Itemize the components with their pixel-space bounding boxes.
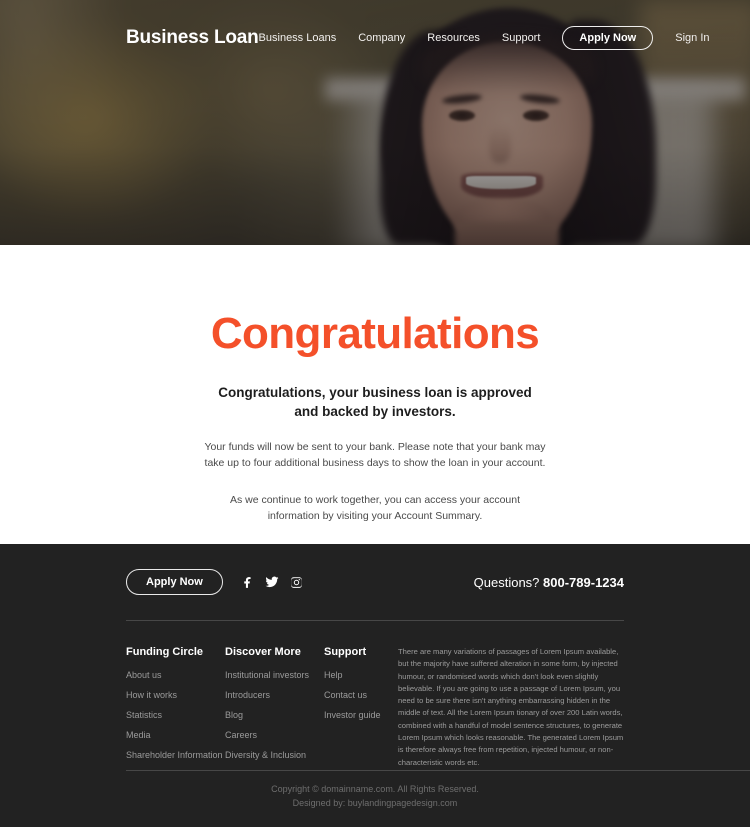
footer-link-media[interactable]: Media: [126, 731, 225, 740]
designed-by: Designed by: buylandingpagedesign.com: [0, 797, 750, 811]
page-root: Business Loan Business Loans Company Res…: [0, 0, 750, 827]
confirmation-subtitle-line2: and backed by investors.: [294, 404, 456, 420]
footer-link-contact-us[interactable]: Contact us: [324, 691, 394, 700]
sign-in-link[interactable]: Sign In: [675, 32, 709, 44]
footer-link-statistics[interactable]: Statistics: [126, 711, 225, 720]
footer-link-how-it-works[interactable]: How it works: [126, 691, 225, 700]
footer-column-funding-circle: Funding Circle About us How it works Sta…: [126, 646, 225, 771]
footer-column-support: Support Help Contact us Investor guide: [324, 646, 394, 771]
footer-columns: Funding Circle About us How it works Sta…: [0, 621, 750, 771]
footer-top-row: Apply Now Questions? 800-789-1234: [126, 544, 624, 620]
apply-now-button-footer[interactable]: Apply Now: [126, 569, 223, 595]
twitter-icon[interactable]: [265, 575, 279, 589]
account-summary-paragraph: As we continue to work together, you can…: [229, 494, 521, 523]
footer-link-shareholder-information[interactable]: Shareholder Information: [126, 751, 225, 760]
designer-link[interactable]: buylandingpagedesign.com: [348, 798, 458, 808]
footer-divider-bottom: [126, 770, 750, 771]
copyright-text: Copyright © domainname.com. All Rights R…: [271, 784, 479, 795]
confirmation-subtitle: Congratulations, your business loan is a…: [0, 383, 750, 421]
footer: Apply Now Questions? 800-789-1234 Fundin…: [0, 544, 750, 827]
footer-link-introducers[interactable]: Introducers: [225, 691, 324, 700]
footer-link-about-us[interactable]: About us: [126, 671, 225, 680]
footer-legal: Copyright © domainname.com. All Rights R…: [0, 783, 750, 811]
footer-link-careers[interactable]: Careers: [225, 731, 324, 740]
footer-link-investor-guide[interactable]: Investor guide: [324, 711, 394, 720]
footer-link-diversity-inclusion[interactable]: Diversity & Inclusion: [225, 751, 324, 760]
facebook-icon[interactable]: [241, 576, 254, 589]
nav-item-resources[interactable]: Resources: [427, 32, 480, 44]
top-navigation-bar: Business Loan Business Loans Company Res…: [0, 0, 750, 75]
funds-notice-paragraph: Your funds will now be sent to your bank…: [204, 441, 546, 470]
social-links: [241, 575, 303, 589]
footer-column-title: Funding Circle: [126, 646, 203, 658]
questions-contact: Questions? 800-789-1234: [474, 575, 624, 590]
nav-links: Business Loans Company Resources Support…: [259, 25, 710, 50]
footer-link-blog[interactable]: Blog: [225, 711, 324, 720]
nav-item-company[interactable]: Company: [358, 32, 405, 44]
instagram-icon[interactable]: [290, 576, 303, 589]
phone-number[interactable]: 800-789-1234: [543, 575, 624, 590]
questions-label: Questions?: [473, 574, 540, 590]
nav-item-support[interactable]: Support: [502, 32, 541, 44]
footer-description-paragraph: There are many variations of passages of…: [398, 647, 624, 767]
apply-now-button-header[interactable]: Apply Now: [562, 25, 654, 50]
footer-column-title: Support: [324, 646, 367, 658]
footer-top-row-wrap: Apply Now Questions? 800-789-1234: [0, 544, 750, 620]
footer-column-discover-more: Discover More Institutional investors In…: [225, 646, 324, 771]
confirmation-subtitle-line1: Congratulations, your business loan is a…: [218, 385, 532, 400]
footer-link-institutional-investors[interactable]: Institutional investors: [225, 671, 324, 680]
hero-section: Business Loan Business Loans Company Res…: [0, 0, 750, 245]
footer-column-title: Discover More: [225, 646, 301, 658]
nav-item-business-loans[interactable]: Business Loans: [259, 32, 337, 44]
page-title: Congratulations: [210, 309, 540, 358]
main-content: Congratulations Congratulations, your bu…: [0, 245, 750, 544]
site-logo[interactable]: Business Loan: [126, 27, 259, 49]
designed-by-prefix: Designed by:: [292, 798, 348, 809]
footer-link-help[interactable]: Help: [324, 671, 394, 680]
